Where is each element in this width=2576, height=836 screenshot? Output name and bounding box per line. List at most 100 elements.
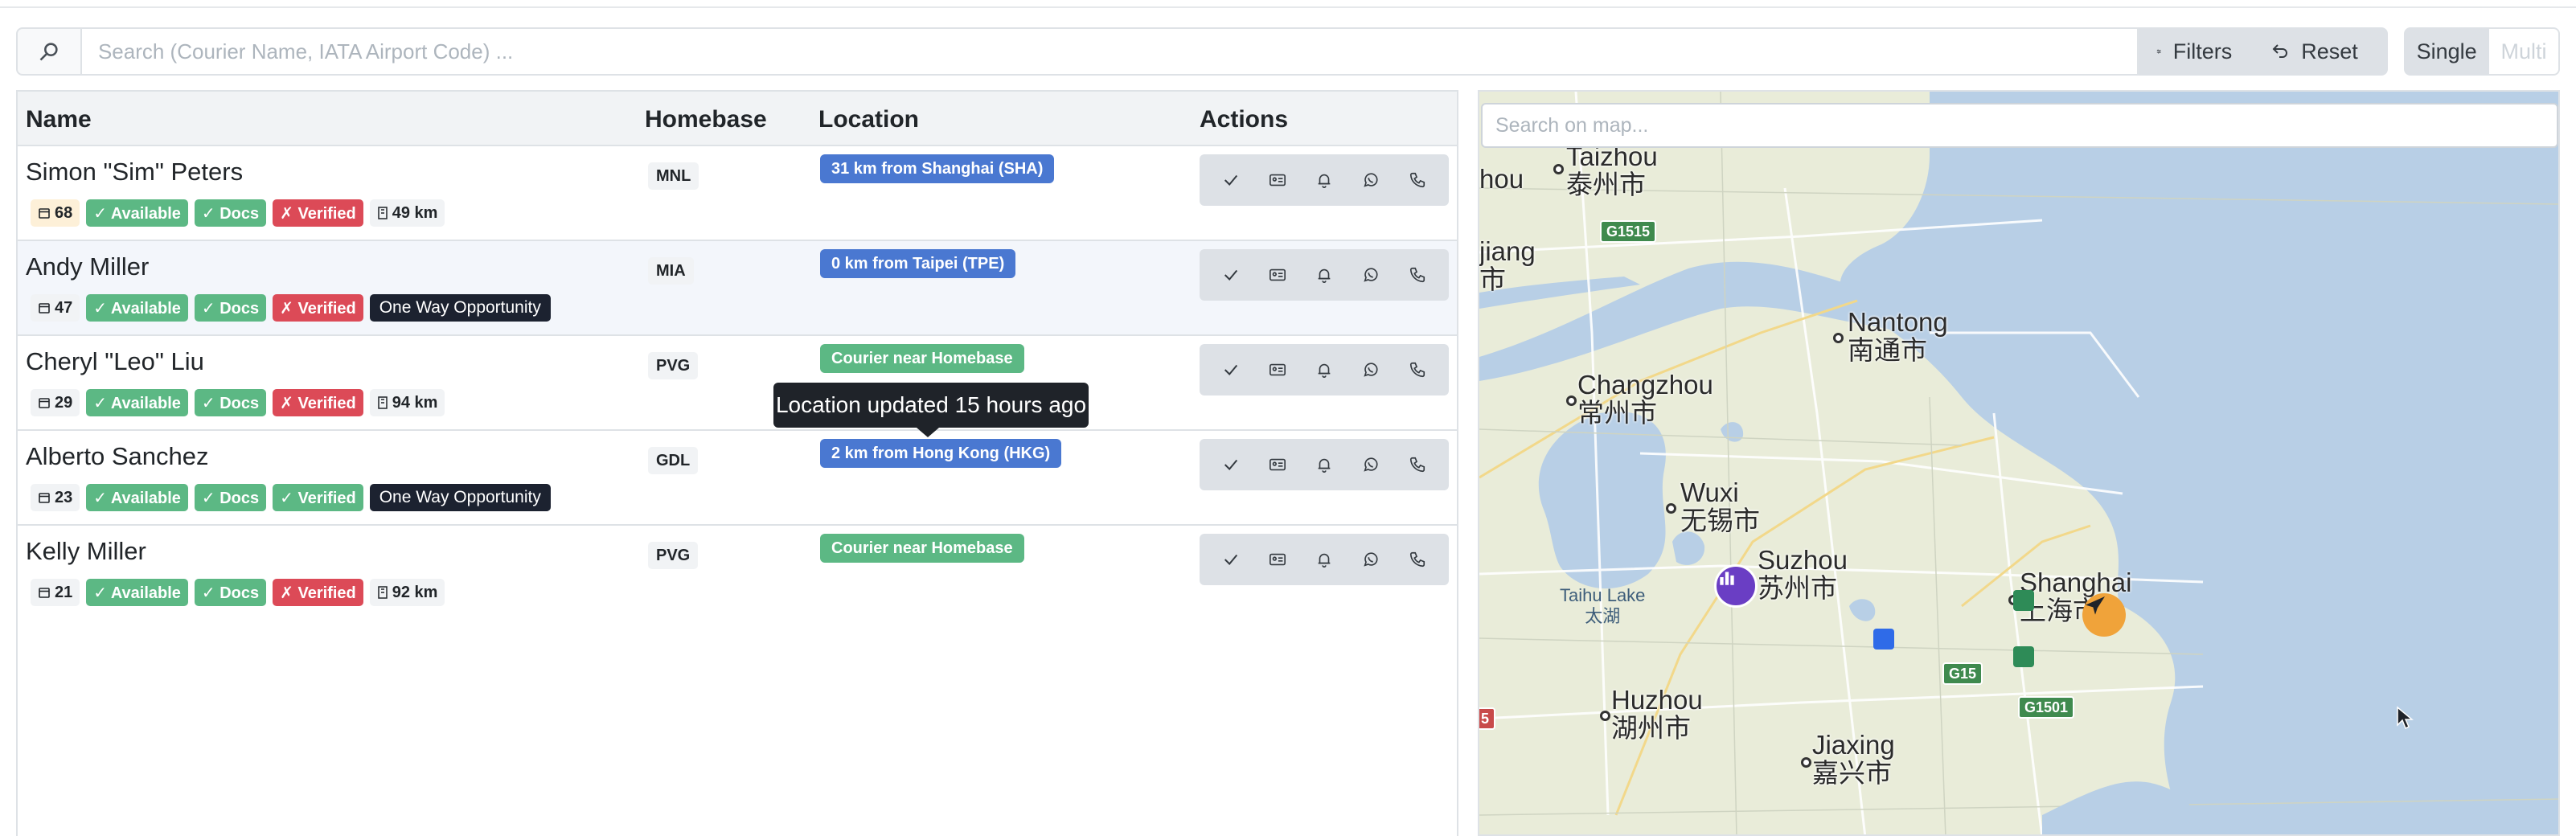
courier-badges: 21 ✓ Available ✓ Docs ✗ Verified 92 km: [31, 579, 445, 606]
id-card-button[interactable]: [1261, 164, 1294, 196]
call-button[interactable]: [1401, 543, 1434, 576]
whatsapp-button[interactable]: [1355, 449, 1387, 481]
row-actions: [1200, 439, 1449, 490]
whatsapp-button[interactable]: [1355, 164, 1387, 196]
location-badge[interactable]: 31 km from Shanghai (SHA): [820, 154, 1055, 183]
map-search-input[interactable]: [1481, 103, 2558, 148]
notify-button[interactable]: [1308, 354, 1340, 386]
confirm-button[interactable]: [1215, 354, 1247, 386]
check-icon: [1224, 364, 1238, 375]
homebase-badge: PVG: [648, 352, 699, 379]
one-way-badge: One Way Opportunity: [369, 294, 551, 322]
highway-shield: G1501: [2018, 696, 2075, 719]
search-icon-button[interactable]: [16, 27, 82, 76]
city-dot: [1666, 503, 1676, 514]
id-card-icon: [1270, 363, 1286, 376]
id-card-button[interactable]: [1261, 543, 1294, 576]
docs-badge: ✓ Docs: [194, 484, 267, 511]
calendar-icon: [39, 208, 50, 219]
bell-icon: [1318, 553, 1331, 568]
docs-badge: ✓ Docs: [194, 199, 267, 227]
homebase-badge: GDL: [648, 447, 699, 474]
multi-mode-button[interactable]: Multi: [2489, 27, 2560, 76]
docs-badge: ✓ Docs: [194, 389, 267, 416]
location-badge[interactable]: 0 km from Taipei (TPE): [820, 249, 1016, 278]
whatsapp-button[interactable]: [1355, 354, 1387, 386]
confirm-button[interactable]: [1215, 164, 1247, 196]
distance-value: 94 km: [392, 393, 438, 412]
confirm-button[interactable]: [1215, 449, 1247, 481]
city-label-partial: jiang 市: [1479, 236, 1536, 294]
filters-icon: [2157, 49, 2161, 54]
courier-name: Cheryl "Leo" Liu: [26, 347, 204, 375]
table-row[interactable]: Kelly Miller 21 ✓ Available ✓ Docs ✗ Ver…: [18, 526, 1457, 621]
courier-marker[interactable]: [2013, 646, 2034, 667]
header-location[interactable]: Location: [818, 106, 919, 133]
whatsapp-button[interactable]: [1355, 543, 1387, 576]
table-row[interactable]: Andy Miller 47 ✓ Available ✓ Docs ✗ Veri…: [18, 241, 1457, 336]
courier-marker[interactable]: [2013, 590, 2034, 611]
header-actions: Actions: [1200, 106, 1289, 133]
confirm-button[interactable]: [1215, 259, 1247, 291]
id-card-icon: [1270, 458, 1286, 471]
city-dot: [1801, 757, 1811, 768]
location-badge[interactable]: 2 km from Hong Kong (HKG): [820, 439, 1062, 468]
trip-count: 47: [55, 298, 73, 317]
reset-button[interactable]: Reset: [2251, 27, 2389, 76]
table-row[interactable]: Simon "Sim" Peters 68 ✓ Available ✓ Docs…: [18, 146, 1457, 241]
undo-icon: [2272, 44, 2288, 58]
check-icon: [1224, 269, 1238, 281]
notify-button[interactable]: [1308, 449, 1340, 481]
homebase-badge: MNL: [648, 162, 699, 190]
trip-count: 23: [55, 488, 73, 506]
confirm-button[interactable]: [1215, 543, 1247, 576]
notify-button[interactable]: [1308, 543, 1340, 576]
header-name[interactable]: Name: [26, 106, 92, 133]
trip-count-badge: 21: [31, 579, 80, 606]
row-actions: [1200, 534, 1449, 585]
available-badge: ✓ Available: [86, 199, 188, 227]
map-view[interactable]: hou jiang市 Taizhou泰州市 Nantong南通市 Changzh…: [1478, 90, 2560, 836]
homebase-badge: MIA: [648, 257, 694, 285]
mouse-cursor-icon: [2397, 706, 2414, 730]
call-button[interactable]: [1401, 354, 1434, 386]
location-badge[interactable]: Courier near Homebase: [820, 344, 1024, 373]
header-homebase[interactable]: Homebase: [645, 106, 767, 133]
location-badge[interactable]: Courier near Homebase: [820, 534, 1024, 563]
filters-button[interactable]: Filters: [2139, 27, 2252, 76]
search-input[interactable]: [81, 27, 2139, 76]
city-label-changzhou: Changzhou 常州市: [1577, 370, 1713, 428]
table-row[interactable]: Cheryl "Leo" Liu 29 ✓ Available ✓ Docs ✗…: [18, 336, 1457, 431]
courier-badges: 23 ✓ Available ✓ Docs ✓ Verified One Way…: [31, 484, 551, 511]
courier-marker[interactable]: [1873, 629, 1894, 650]
courier-name: Simon "Sim" Peters: [26, 158, 244, 186]
city-dot: [1553, 164, 1564, 174]
table-row[interactable]: Alberto Sanchez 23 ✓ Available ✓ Docs ✓ …: [18, 431, 1457, 526]
distance-badge: 92 km: [369, 579, 445, 606]
id-card-icon: [1270, 268, 1286, 281]
highway-shield: G1515: [1600, 220, 1657, 243]
call-button[interactable]: [1401, 164, 1434, 196]
calendar-icon: [39, 588, 50, 598]
cluster-marker[interactable]: [1714, 564, 1758, 608]
highway-shield: 5: [1479, 707, 1496, 730]
airport-marker[interactable]: [2082, 593, 2126, 637]
whatsapp-button[interactable]: [1355, 259, 1387, 291]
call-button[interactable]: [1401, 449, 1434, 481]
notify-button[interactable]: [1308, 259, 1340, 291]
city-label-nantong: Nantong 南通市: [1848, 307, 1948, 365]
docs-badge: ✓ Docs: [194, 294, 267, 322]
single-mode-button[interactable]: Single: [2404, 27, 2490, 76]
id-card-button[interactable]: [1261, 449, 1294, 481]
table-header: Name Homebase Location Actions: [18, 92, 1457, 146]
reset-label: Reset: [2301, 39, 2358, 64]
city-dot: [1566, 395, 1577, 406]
location-tooltip: Location updated 15 hours ago: [773, 383, 1089, 437]
trip-count: 21: [55, 583, 73, 601]
id-card-button[interactable]: [1261, 354, 1294, 386]
id-card-button[interactable]: [1261, 259, 1294, 291]
call-button[interactable]: [1401, 259, 1434, 291]
available-badge: ✓ Available: [86, 294, 188, 322]
row-actions: [1200, 344, 1449, 395]
notify-button[interactable]: [1308, 164, 1340, 196]
